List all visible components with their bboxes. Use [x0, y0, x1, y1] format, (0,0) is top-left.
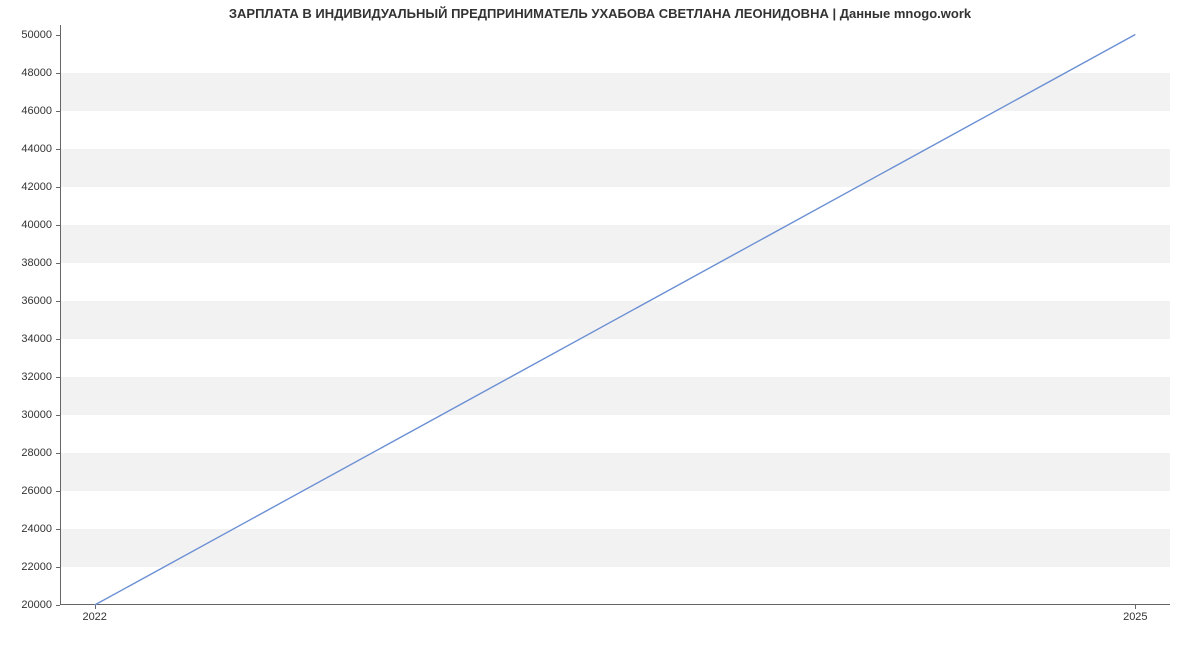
plot-area: 2000022000240002600028000300003200034000…	[60, 25, 1170, 605]
y-tick-label: 22000	[21, 561, 52, 573]
x-tick-label: 2025	[1123, 611, 1147, 623]
x-tick-label: 2022	[82, 611, 106, 623]
y-tick-label: 40000	[21, 219, 52, 231]
y-tick-label: 44000	[21, 143, 52, 155]
data-line	[95, 35, 1136, 605]
y-tick-label: 20000	[21, 599, 52, 611]
y-tick-label: 28000	[21, 447, 52, 459]
y-tick-label: 24000	[21, 523, 52, 535]
y-tick-label: 32000	[21, 371, 52, 383]
y-tick-label: 34000	[21, 333, 52, 345]
y-tick-label: 46000	[21, 105, 52, 117]
line-series	[60, 25, 1170, 605]
x-tick-mark	[1135, 605, 1136, 609]
y-tick-label: 26000	[21, 485, 52, 497]
y-tick-label: 30000	[21, 409, 52, 421]
y-tick-label: 36000	[21, 295, 52, 307]
y-tick-mark	[56, 605, 60, 606]
plot-inner: 2000022000240002600028000300003200034000…	[60, 25, 1170, 605]
y-tick-label: 38000	[21, 257, 52, 269]
chart-container: ЗАРПЛАТА В ИНДИВИДУАЛЬНЫЙ ПРЕДПРИНИМАТЕЛ…	[0, 0, 1200, 650]
x-tick-mark	[95, 605, 96, 609]
y-tick-label: 48000	[21, 67, 52, 79]
chart-title: ЗАРПЛАТА В ИНДИВИДУАЛЬНЫЙ ПРЕДПРИНИМАТЕЛ…	[0, 6, 1200, 21]
y-tick-label: 50000	[21, 29, 52, 41]
y-tick-label: 42000	[21, 181, 52, 193]
